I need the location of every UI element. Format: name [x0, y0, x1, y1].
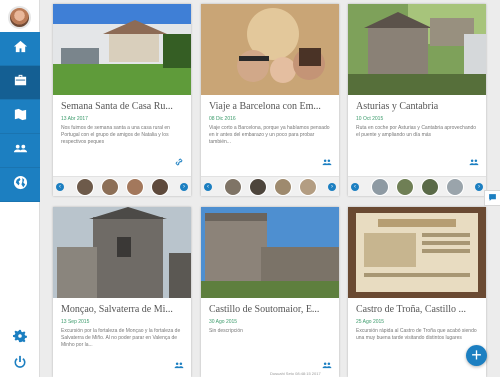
- trip-description: Viaje corto a Barcelona, porque ya había…: [209, 125, 330, 145]
- next-arrow-icon[interactable]: ›: [328, 182, 336, 191]
- trip-date: 30 Ago 2015: [209, 319, 238, 325]
- trip-title[interactable]: Viaje a Barcelona con Em...: [201, 101, 339, 112]
- trip-date: 10 Oct 2015: [356, 116, 384, 122]
- trip-title[interactable]: Semana Santa de Casa Ru...: [53, 101, 191, 112]
- sidebar-item-trips[interactable]: [0, 66, 40, 100]
- photo-thumbnail[interactable]: [100, 177, 119, 196]
- photo-thumbnail[interactable]: [395, 177, 414, 196]
- trip-cover-photo[interactable]: [201, 207, 339, 298]
- trip-card[interactable]: Monçao, Salvaterra de Mi... 13 Sep 2015 …: [53, 207, 191, 377]
- trip-title[interactable]: Asturias y Cantabria: [348, 101, 486, 112]
- trip-card[interactable]: Castro de Troña, Castillo ... 25 Ago 201…: [348, 207, 486, 377]
- prev-arrow-icon[interactable]: ‹: [204, 182, 212, 191]
- globe-icon: [13, 175, 28, 195]
- trip-cover-photo[interactable]: [201, 4, 339, 95]
- next-arrow-icon[interactable]: ›: [475, 182, 483, 191]
- settings-button[interactable]: [0, 329, 40, 348]
- trip-cover-photo[interactable]: [53, 4, 191, 95]
- photo-thumbnail[interactable]: [420, 177, 439, 196]
- trip-description: Excursión por la fortaleza de Monçao y l…: [61, 328, 181, 348]
- gear-icon: [13, 329, 27, 348]
- people-icon[interactable]: [469, 154, 479, 166]
- photo-thumbnail[interactable]: [273, 177, 292, 196]
- chat-icon: [488, 189, 497, 207]
- briefcase-icon: [13, 73, 28, 93]
- link-icon[interactable]: [174, 154, 184, 166]
- user-avatar[interactable]: [8, 6, 31, 29]
- people-icon[interactable]: [322, 357, 332, 369]
- trip-description: Sin descripción: [209, 328, 243, 334]
- prev-arrow-icon[interactable]: ‹: [56, 182, 64, 191]
- sidebar-item-home[interactable]: [0, 32, 40, 66]
- trip-description: Excursión rápida al Castro de Troña que …: [356, 328, 477, 341]
- photo-thumbnail[interactable]: [445, 177, 464, 196]
- trip-date: 08 Dic 2016: [209, 116, 236, 122]
- trip-card[interactable]: Castillo de Soutomaior, E... 30 Ago 2015…: [201, 207, 339, 377]
- trip-date: 13 Sep 2015: [61, 319, 90, 325]
- chat-button[interactable]: [484, 190, 500, 206]
- photo-thumbnail[interactable]: [75, 177, 94, 196]
- trip-title[interactable]: Castro de Troña, Castillo ...: [348, 304, 486, 315]
- trip-cover-photo[interactable]: [53, 207, 191, 298]
- photo-thumbnail[interactable]: [125, 177, 144, 196]
- photo-thumbnail[interactable]: [248, 177, 267, 196]
- people-icon: [13, 141, 28, 161]
- footer-text: Dusuahi Seto 08:48:15 2017: [270, 371, 321, 376]
- trip-description: Ruta en coche por Asturias y Cantabria a…: [356, 125, 477, 138]
- trip-card[interactable]: Asturias y Cantabria 10 Oct 2015 Ruta en…: [348, 4, 486, 196]
- trip-title[interactable]: Castillo de Soutomaior, E...: [201, 304, 339, 315]
- photo-strip: ‹ ›: [348, 176, 486, 196]
- photo-strip: ‹ ›: [201, 176, 339, 196]
- people-icon[interactable]: [322, 154, 332, 166]
- next-arrow-icon[interactable]: ›: [180, 182, 188, 191]
- sidebar: [0, 0, 40, 377]
- footer-status: Dusuahi Seto 08:48:15 2017: [270, 371, 321, 376]
- trip-description: Nos fuimos de semana santa a una casa ru…: [61, 125, 170, 145]
- sidebar-item-maps[interactable]: [0, 100, 40, 134]
- photo-thumbnail[interactable]: [150, 177, 169, 196]
- trip-cover-photo[interactable]: [348, 4, 486, 95]
- logout-button[interactable]: [0, 355, 40, 374]
- trip-date: 13 Abr 2017: [61, 116, 88, 122]
- photo-thumbnail[interactable]: [370, 177, 389, 196]
- power-icon: [13, 355, 27, 374]
- people-icon[interactable]: [174, 357, 184, 369]
- map-pin-icon: [13, 107, 28, 127]
- trip-title[interactable]: Monçao, Salvaterra de Mi...: [53, 304, 191, 315]
- trip-date: 25 Ago 2015: [356, 319, 385, 325]
- add-trip-button[interactable]: +: [466, 345, 487, 366]
- sidebar-item-explore[interactable]: [0, 168, 40, 202]
- photo-thumbnail[interactable]: [298, 177, 317, 196]
- photo-thumbnail[interactable]: [223, 177, 242, 196]
- app-root: Semana Santa de Casa Ru... 13 Abr 2017 N…: [0, 0, 500, 377]
- prev-arrow-icon[interactable]: ‹: [351, 182, 359, 191]
- home-icon: [13, 39, 28, 59]
- trip-card[interactable]: Semana Santa de Casa Ru... 13 Abr 2017 N…: [53, 4, 191, 196]
- sidebar-nav: [0, 32, 40, 202]
- photo-strip: ‹ ›: [53, 176, 191, 196]
- trip-card[interactable]: Viaje a Barcelona con Em... 08 Dic 2016 …: [201, 4, 339, 196]
- sidebar-item-friends[interactable]: [0, 134, 40, 168]
- trip-cover-photo[interactable]: [348, 207, 486, 298]
